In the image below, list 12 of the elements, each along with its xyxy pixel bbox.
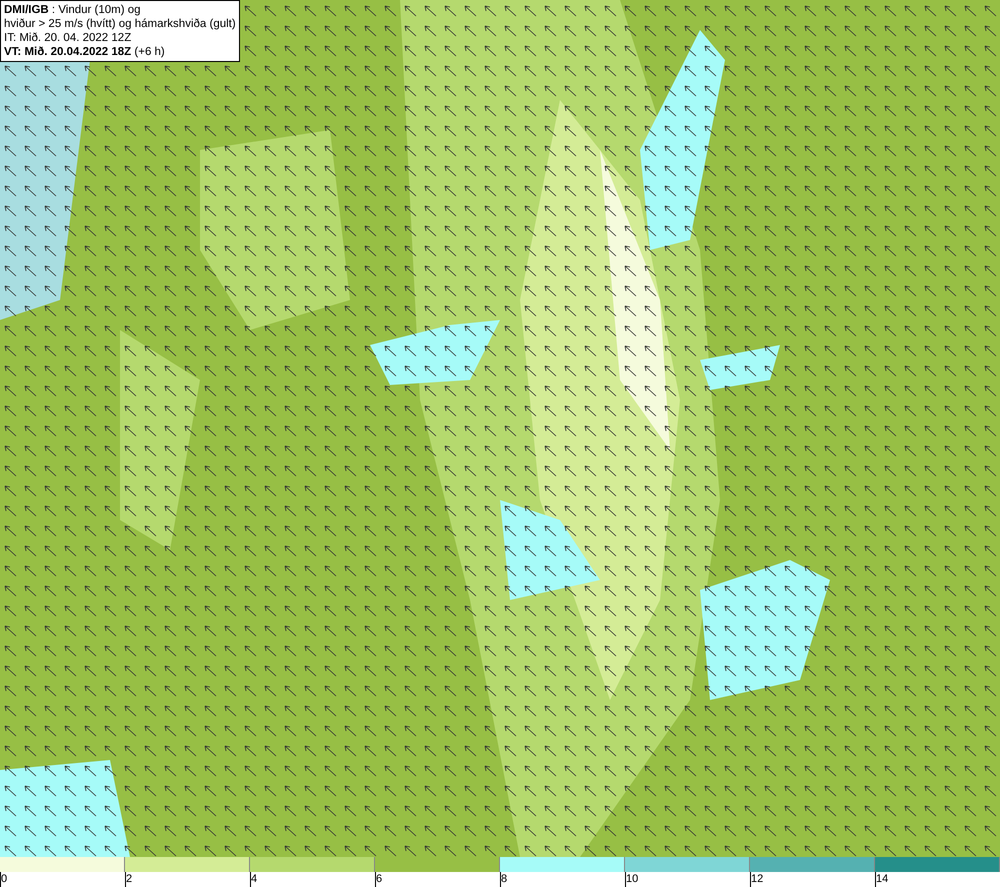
legend-tick-label: 8 xyxy=(501,873,508,885)
legend-tick-label: 12 xyxy=(751,873,764,885)
legend-tick-label: 10 xyxy=(626,873,638,885)
legend-tick-label: 14 xyxy=(876,873,888,885)
legend-tick-label: 0 xyxy=(1,873,8,885)
info-text: hviður > 25 m/s (hvítt) og hámarkshviða (gult) xyxy=(4,17,236,31)
info-text: VT: Mið. 20.04.2022 18Z (+6 h) xyxy=(4,45,166,59)
info-text: IT: Mið. 20. 04. 2022 12Z xyxy=(4,31,132,45)
legend-tick-label: 6 xyxy=(376,873,382,885)
info-text: DMI/IGB : Vindur (10m) og xyxy=(4,3,142,17)
legend-tick-label: 2 xyxy=(126,873,132,885)
legend-tick-label: 4 xyxy=(251,873,258,885)
